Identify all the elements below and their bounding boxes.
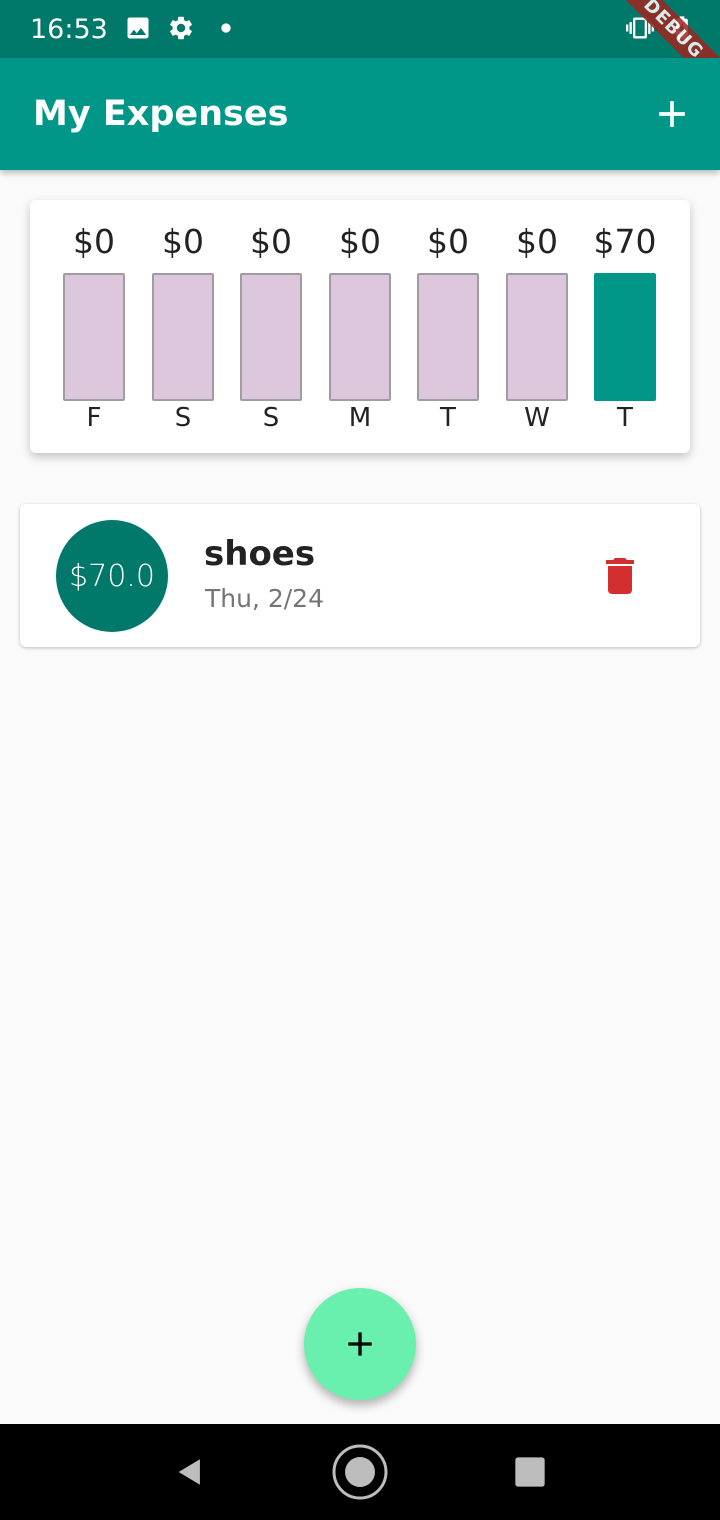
bar-amount: $0 [516, 222, 558, 261]
bar-day-label: T [617, 403, 633, 433]
bar-amount: $0 [162, 222, 204, 261]
back-button[interactable] [160, 1424, 220, 1520]
bar-track [417, 273, 479, 401]
home-button[interactable] [328, 1424, 392, 1520]
trash-icon[interactable] [592, 552, 648, 600]
recents-icon [515, 1457, 545, 1487]
plus-icon [348, 1332, 372, 1356]
amount-avatar: $70.0 [56, 520, 168, 632]
weekly-chart: $0 F $0 S $0 S $0 M $0 T $0 W $70 T [30, 200, 690, 453]
bar-day-label: W [524, 403, 550, 433]
chart-bar: $0 F [63, 200, 125, 453]
bar-track [594, 273, 656, 401]
bar-track [506, 273, 568, 401]
bar-amount: $0 [339, 222, 381, 261]
add-expense-button[interactable] [650, 92, 694, 136]
app-bar: My Expenses [0, 58, 720, 170]
bar-amount: $70 [593, 222, 657, 261]
bar-track [63, 273, 125, 401]
bar-day-label: M [348, 403, 372, 433]
bar-track [152, 273, 214, 401]
transaction-date: Thu, 2/24 [205, 584, 324, 613]
add-fab-button[interactable] [304, 1288, 416, 1400]
bar-amount: $0 [427, 222, 469, 261]
gear-icon [170, 16, 192, 40]
bar-track [329, 273, 391, 401]
bar-amount: $0 [73, 222, 115, 261]
page-title: My Expenses [33, 94, 289, 134]
dot-icon [221, 23, 231, 33]
chart-bar: $0 M [329, 200, 391, 453]
status-time: 16:53 [30, 14, 108, 45]
bar-day-label: F [86, 403, 102, 433]
chart-bar: $0 S [240, 200, 302, 453]
bar-amount: $0 [250, 222, 292, 261]
bar-track [240, 273, 302, 401]
bar-fill [596, 275, 654, 399]
recents-button[interactable] [500, 1424, 560, 1520]
home-icon [332, 1444, 388, 1500]
image-icon [127, 17, 149, 39]
bar-day-label: T [440, 403, 456, 433]
bar-day-label: S [262, 403, 280, 433]
transaction-card[interactable]: $70.0 shoes Thu, 2/24 [20, 504, 700, 647]
transaction-title: shoes [204, 534, 316, 574]
status-bar: 16:53 DEBUG [0, 0, 720, 106]
chart-bar: $0 T [417, 200, 479, 453]
chart-bar: $70 T [594, 200, 657, 453]
bar-day-label: S [174, 403, 192, 433]
system-nav-bar [0, 1424, 720, 1520]
chart-bar: $0 S [152, 200, 214, 453]
back-icon [178, 1459, 200, 1485]
chart-bar: $0 W [506, 200, 568, 453]
